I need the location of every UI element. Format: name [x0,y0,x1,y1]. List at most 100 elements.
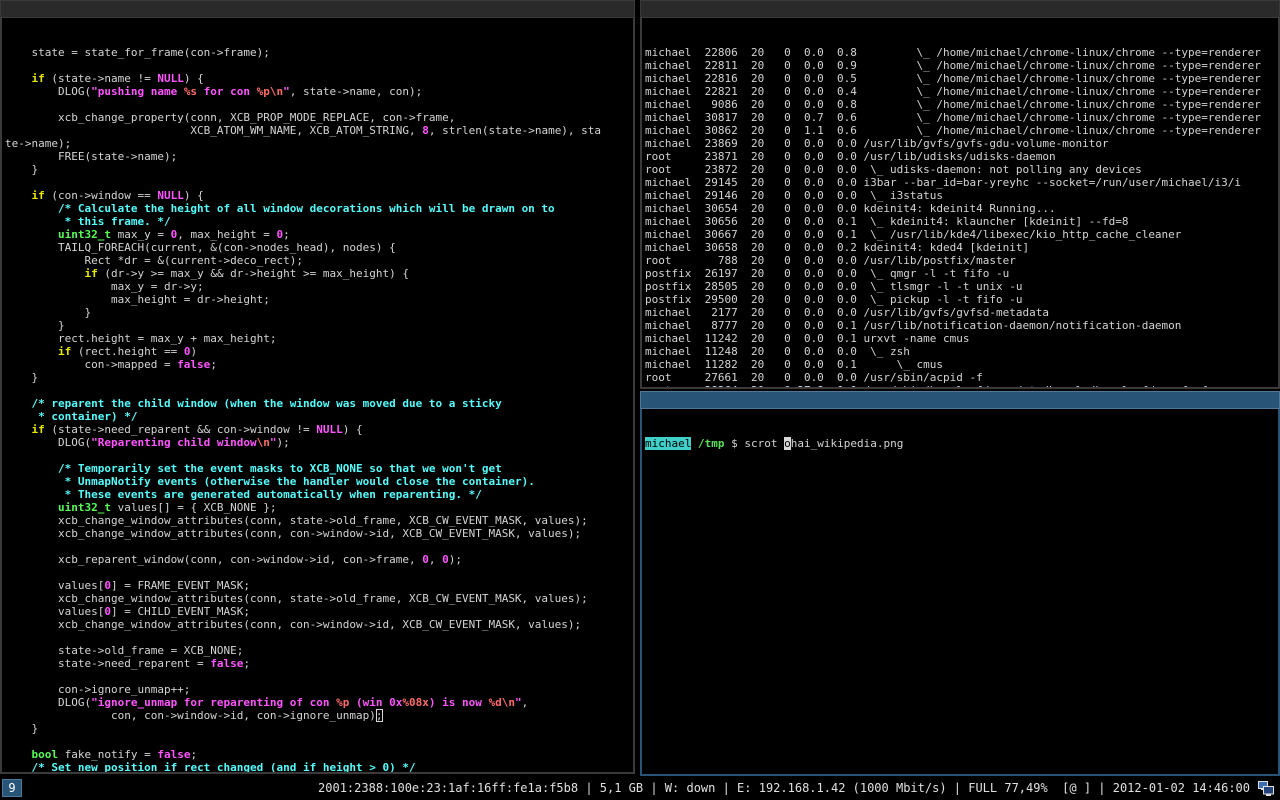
process-row: postfix 28505 20 0 0.0 0.0 \_ tlsmgr -l … [645,280,1278,293]
command-text: scrot [744,437,784,450]
i3bar: 9 2001:2388:100e:23:1af:16ff:fe1a:f5b8 |… [0,776,1280,800]
code-line: bool fake_notify = false; [5,748,633,761]
process-row: michael 30654 20 0 0.0 0.0 kdeinit4: kde… [645,202,1278,215]
ps-terminal-titlebar[interactable]: x200: ~ [640,0,1280,18]
process-row: root 23872 20 0 0.0 0.0 \_ udisks-daemon… [645,163,1278,176]
code-line: if (dr->y >= max_y && dr->height >= max_… [5,267,633,280]
code-line: uint32_t max_y = 0, max_height = 0; [5,228,633,241]
code-line: xcb_reparent_window(conn, con->window->i… [5,553,633,566]
code-line: if (state->name != NULL) { [5,72,633,85]
code-line: DLOG("ignore_unmap for reparenting of co… [5,696,633,709]
scrot-terminal-window[interactable]: x200: scrot ohai_wikipedia.png michael /… [640,391,1280,776]
process-row: postfix 29500 20 0 0.0 0.0 \_ pickup -l … [645,293,1278,306]
code-line: } [5,722,633,735]
prompt-symbol: $ [731,437,738,450]
code-line: con, con->window->id, con->ignore_unmap)… [5,709,633,722]
process-row: michael 22811 20 0 0.0 0.9 \_ /home/mich… [645,59,1278,72]
vim-code: state = state_for_frame(con->frame); if … [5,46,633,774]
code-line: values[0] = FRAME_EVENT_MASK; [5,579,633,592]
code-line: } [5,319,633,332]
code-line [5,176,633,189]
code-line [5,98,633,111]
code-line: if (rect.height == 0) [5,345,633,358]
vim-content[interactable]: state = state_for_frame(con->frame); if … [0,18,635,774]
prompt-username: michael [645,437,691,450]
code-line [5,670,633,683]
code-line: /* reparent the child window (when the w… [5,397,633,410]
code-line: xcb_change_property(conn, XCB_PROP_MODE_… [5,111,633,124]
scrot-terminal-titlebar[interactable]: x200: scrot ohai_wikipedia.png [640,391,1280,409]
code-line: values[0] = CHILD_EVENT_MASK; [5,605,633,618]
code-line: max_height = dr->height; [5,293,633,306]
code-line [5,735,633,748]
code-line: FREE(state->name); [5,150,633,163]
code-line: DLOG("Reparenting child window\n"); [5,436,633,449]
process-row: michael 29146 20 0 0.0 0.0 \_ i3status [645,189,1278,202]
code-line: Rect *dr = &(current->deco_rect); [5,254,633,267]
ps-terminal-content[interactable]: michael 22806 20 0 0.0 0.8 \_ /home/mich… [640,18,1280,389]
code-line: xcb_change_window_attributes(conn, state… [5,514,633,527]
code-line [5,449,633,462]
process-row: michael 2177 20 0 0.0 0.0 /usr/lib/gvfs/… [645,306,1278,319]
code-line: XCB_ATOM_WM_NAME, XCB_ATOM_STRING, 8, st… [5,124,633,137]
code-line: te->name); [5,137,633,150]
vim-window[interactable]: x.c (~/i3/src) - VIM state = state_for_f… [0,0,635,774]
process-row: michael 30817 20 0 0.7 0.6 \_ /home/mich… [645,111,1278,124]
code-line: rect.height = max_y + max_height; [5,332,633,345]
code-line: } [5,306,633,319]
process-row: root 28264 20 0 27.8 0.0 /usr/sbin/bacul… [645,384,1278,389]
process-row: michael 11242 20 0 0.0 0.1 urxvt -name c… [645,332,1278,345]
code-line: } [5,371,633,384]
scrot-terminal-content[interactable]: michael /tmp $ scrot ohai_wikipedia.png [640,409,1280,776]
process-row: michael 22816 20 0 0.0 0.5 \_ /home/mich… [645,72,1278,85]
shell-prompt-scrot: michael /tmp $ scrot ohai_wikipedia.png [645,437,1278,450]
ps-terminal-window[interactable]: x200: ~ michael 22806 20 0 0.0 0.8 \_ /h… [640,0,1280,389]
code-line: if (con->window == NULL) { [5,189,633,202]
code-line: if (state->need_reparent && con->window … [5,423,633,436]
code-line: * These events are generated automatical… [5,488,633,501]
code-line: * UnmapNotify events (otherwise the hand… [5,475,633,488]
code-line: state = state_for_frame(con->frame); [5,46,633,59]
terminal-cursor: o [784,437,791,450]
network-monitors-icon[interactable] [1258,780,1274,796]
process-row: michael 22806 20 0 0.0 0.8 \_ /home/mich… [645,46,1278,59]
code-line: uint32_t values[] = { XCB_NONE }; [5,501,633,514]
code-line [5,566,633,579]
code-line [5,59,633,72]
process-row: michael 11248 20 0 0.0 0.0 \_ zsh [645,345,1278,358]
process-row: root 27661 20 0 0.0 0.0 /usr/sbin/acpid … [645,371,1278,384]
code-line: /* Set new position if rect changed (and… [5,761,633,774]
code-line: xcb_change_window_attributes(conn, con->… [5,527,633,540]
code-line [5,540,633,553]
code-line: * this frame. */ [5,215,633,228]
process-row: michael 30658 20 0 0.0 0.2 kdeinit4: kde… [645,241,1278,254]
vim-titlebar[interactable]: x.c (~/i3/src) - VIM [0,0,635,18]
process-row: michael 30667 20 0 0.0 0.1 \_ /usr/lib/k… [645,228,1278,241]
code-line [5,384,633,397]
process-row: michael 30862 20 0 1.1 0.6 \_ /home/mich… [645,124,1278,137]
workspace-button[interactable]: 9 [2,779,22,797]
command-text-after: hai_wikipedia.png [791,437,904,450]
code-line: DLOG("pushing name %s for con %p\n", sta… [5,85,633,98]
process-row: michael 23869 20 0 0.0 0.0 /usr/lib/gvfs… [645,137,1278,150]
code-line [5,631,633,644]
process-row: root 788 20 0 0.0 0.0 /usr/lib/postfix/m… [645,254,1278,267]
code-line: max_y = dr->y; [5,280,633,293]
code-line: } [5,163,633,176]
code-line: state->need_reparent = false; [5,657,633,670]
code-line: * container) */ [5,410,633,423]
code-line: xcb_change_window_attributes(conn, state… [5,592,633,605]
code-line: con->mapped = false; [5,358,633,371]
process-list: michael 22806 20 0 0.0 0.8 \_ /home/mich… [645,46,1278,389]
process-row: michael 22821 20 0 0.0 0.4 \_ /home/mich… [645,85,1278,98]
process-row: michael 29145 20 0 0.0 0.0 i3bar --bar_i… [645,176,1278,189]
prompt-path: /tmp [698,437,725,450]
code-line: xcb_change_window_attributes(conn, con->… [5,618,633,631]
process-row: michael 9086 20 0 0.0 0.8 \_ /home/micha… [645,98,1278,111]
process-row: michael 8777 20 0 0.0 0.1 /usr/lib/notif… [645,319,1278,332]
code-line: con->ignore_unmap++; [5,683,633,696]
code-line: state->old_frame = XCB_NONE; [5,644,633,657]
process-row: root 23871 20 0 0.0 0.0 /usr/lib/udisks/… [645,150,1278,163]
code-line: /* Calculate the height of all window de… [5,202,633,215]
code-line: /* Temporarily set the event masks to XC… [5,462,633,475]
